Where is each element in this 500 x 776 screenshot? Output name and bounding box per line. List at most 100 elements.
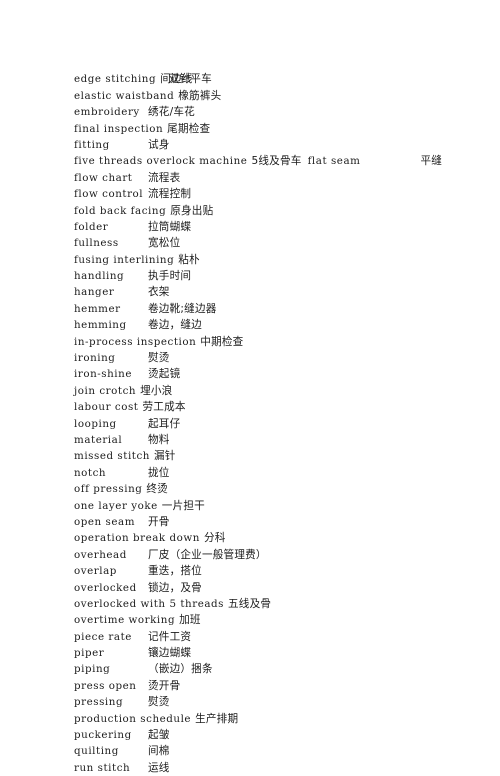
entry-term-chinese: 间棉 [148, 745, 170, 758]
entry-term-english: elastic waistband [74, 89, 175, 102]
entry-term-chinese: 试身 [148, 138, 170, 151]
glossary-entry: material 物料 [74, 432, 494, 448]
glossary-entry: fold back facing 原身出贴 [74, 203, 494, 219]
entry-term-english: production schedule [74, 712, 192, 725]
glossary-entry: hemmer 卷边靴;缝边器 [74, 301, 494, 317]
entry-term-english: off pressing [74, 483, 143, 496]
glossary-entry: notch 拢位 [74, 465, 494, 481]
glossary-entry: piper 镶边蝴蝶 [74, 645, 494, 661]
entry-term-chinese: 烫起镜 [148, 368, 181, 381]
glossary-entry: overhead 厂皮（企业一般管理费） [74, 547, 494, 563]
entry-term-english: piper [74, 647, 105, 660]
glossary-entry: fullness 宽松位 [74, 235, 494, 251]
glossary-entry: final inspection 尾期检查 [74, 121, 494, 137]
glossary-entry: hanger 衣架 [74, 284, 494, 300]
entry-term-chinese: 尾期检查 [167, 122, 211, 135]
entry-term-chinese: 锁边，及骨 [148, 581, 202, 594]
entry-term-chinese: 执手时间 [148, 270, 192, 283]
entry-term-chinese: 厂皮（企业一般管理费） [148, 548, 267, 561]
entry-term-chinese: 加班 [179, 614, 201, 627]
entry-term-chinese: 重迭，搭位 [148, 565, 202, 578]
entry-term-english: hanger [74, 286, 115, 299]
entry-term-chinese: 衣架 [148, 286, 170, 299]
glossary-entry: edge stitching 间边线 [74, 71, 494, 87]
entry-term-chinese: 埋小浪 [140, 384, 173, 397]
entry-term-english: press open [74, 679, 137, 692]
entry-term-english-secondary: flat seam [307, 155, 361, 168]
entry-term-chinese: 生产排期 [195, 712, 239, 725]
glossary-entry: off pressing 终烫 [74, 481, 494, 497]
entry-term-english: five threads overlock machine [74, 155, 248, 168]
glossary-entry: ironing 熨烫 [74, 350, 494, 366]
glossary-entry: pressing 熨烫 [74, 694, 494, 710]
entry-term-chinese: （嵌边）捆条 [148, 663, 213, 676]
entry-term-english: hemmer [74, 302, 121, 315]
glossary-first-line: 双针平车 [74, 55, 494, 85]
entry-term-english: overlap [74, 565, 117, 578]
entry-term-english: material [74, 433, 123, 446]
glossary-entry: elastic waistband 橡筋裤头 [74, 88, 494, 104]
entry-term-chinese: 原身出贴 [170, 204, 214, 217]
entry-term-chinese: 漏针 [154, 450, 176, 463]
glossary-entry: puckering 起皱 [74, 727, 494, 743]
entry-term-english: fitting [74, 138, 110, 151]
entry-term-chinese: 熨烫 [148, 696, 170, 709]
entry-term-chinese: 流程控制 [148, 188, 192, 201]
entry-term-english: embroidery [74, 106, 140, 119]
entry-term-chinese: 卷边，缝边 [148, 319, 202, 332]
entry-term-chinese: 卷边靴;缝边器 [148, 302, 217, 315]
entry-term-chinese-secondary: 平缝 [420, 155, 442, 168]
entry-term-english: edge stitching [74, 73, 157, 86]
entry-term-english: piping [74, 663, 111, 676]
entry-term-chinese: 宽松位 [148, 237, 181, 250]
entry-term-english: overtime working [74, 614, 176, 627]
entry-term-chinese: 镶边蝴蝶 [148, 647, 192, 660]
glossary-entry: looping 起耳仔 [74, 416, 494, 432]
entry-term-chinese: 中期检查 [200, 335, 244, 348]
glossary-entry: in-process inspection 中期检查 [74, 334, 494, 350]
entry-term-english: fusing interlining [74, 253, 175, 266]
glossary-entry: flow control 流程控制 [74, 186, 494, 202]
entry-term-english: looping [74, 417, 117, 430]
entry-term-english: one layer yoke [74, 499, 158, 512]
entry-term-chinese: 烫开骨 [148, 679, 181, 692]
glossary-entry: piping （嵌边）捆条 [74, 661, 494, 677]
entry-term-chinese: 拢位 [148, 466, 170, 479]
glossary-entry: press open 烫开骨 [74, 678, 494, 694]
entry-term-chinese: 开骨 [148, 515, 170, 528]
entry-term-chinese: 橡筋裤头 [178, 89, 222, 102]
entry-term-chinese: 物料 [148, 433, 170, 446]
entry-term-english: fullness [74, 237, 119, 250]
glossary-entry: overlap 重迭，搭位 [74, 563, 494, 579]
entry-term-chinese: 运线 [148, 761, 170, 774]
entry-term-english: labour cost [74, 401, 139, 414]
entry-term-chinese: 熨烫 [148, 352, 170, 365]
entry-term-chinese: 分科 [203, 532, 226, 545]
glossary-entry: production schedule 生产排期 [74, 711, 494, 727]
entry-term-english: flow control [74, 188, 144, 201]
glossary-entry: run stitch 运线 [74, 760, 494, 776]
entry-term-english: folder [74, 220, 109, 233]
glossary-entry: five threads overlock machine 5线及骨车 flat s… [74, 153, 494, 169]
glossary-entries: edge stitching 间边线 elastic waistband 橡筋裤头 em… [74, 71, 494, 776]
entry-term-chinese: 五线及骨 [228, 597, 272, 610]
glossary-entry: overlocked 锁边，及骨 [74, 580, 494, 596]
glossary-entry: one layer yoke 一片担干 [74, 498, 494, 514]
entry-term-chinese: 流程表 [148, 171, 181, 184]
entry-term-chinese: 粘朴 [178, 253, 200, 266]
entry-term-english: overlocked with 5 threads [74, 597, 225, 610]
glossary-entry: piece rate 记件工资 [74, 629, 494, 645]
entry-term-chinese: 绣花/车花 [148, 106, 195, 119]
entry-term-english: open seam [74, 515, 136, 528]
glossary-entry: join crotch 埋小浪 [74, 383, 494, 399]
entry-term-english: puckering [74, 729, 132, 742]
glossary-entry: labour cost 劳工成本 [74, 399, 494, 415]
glossary-entry: overtime working 加班 [74, 612, 494, 628]
glossary-entry: flow chart 流程表 [74, 170, 494, 186]
glossary-entry: open seam 开骨 [74, 514, 494, 530]
entry-term-english: quilting [74, 745, 119, 758]
glossary-entry: handling 执手时间 [74, 268, 494, 284]
entry-term-english: missed stitch [74, 450, 150, 463]
entry-term-english: join crotch [74, 384, 137, 397]
entry-term-chinese: 起皱 [148, 729, 170, 742]
